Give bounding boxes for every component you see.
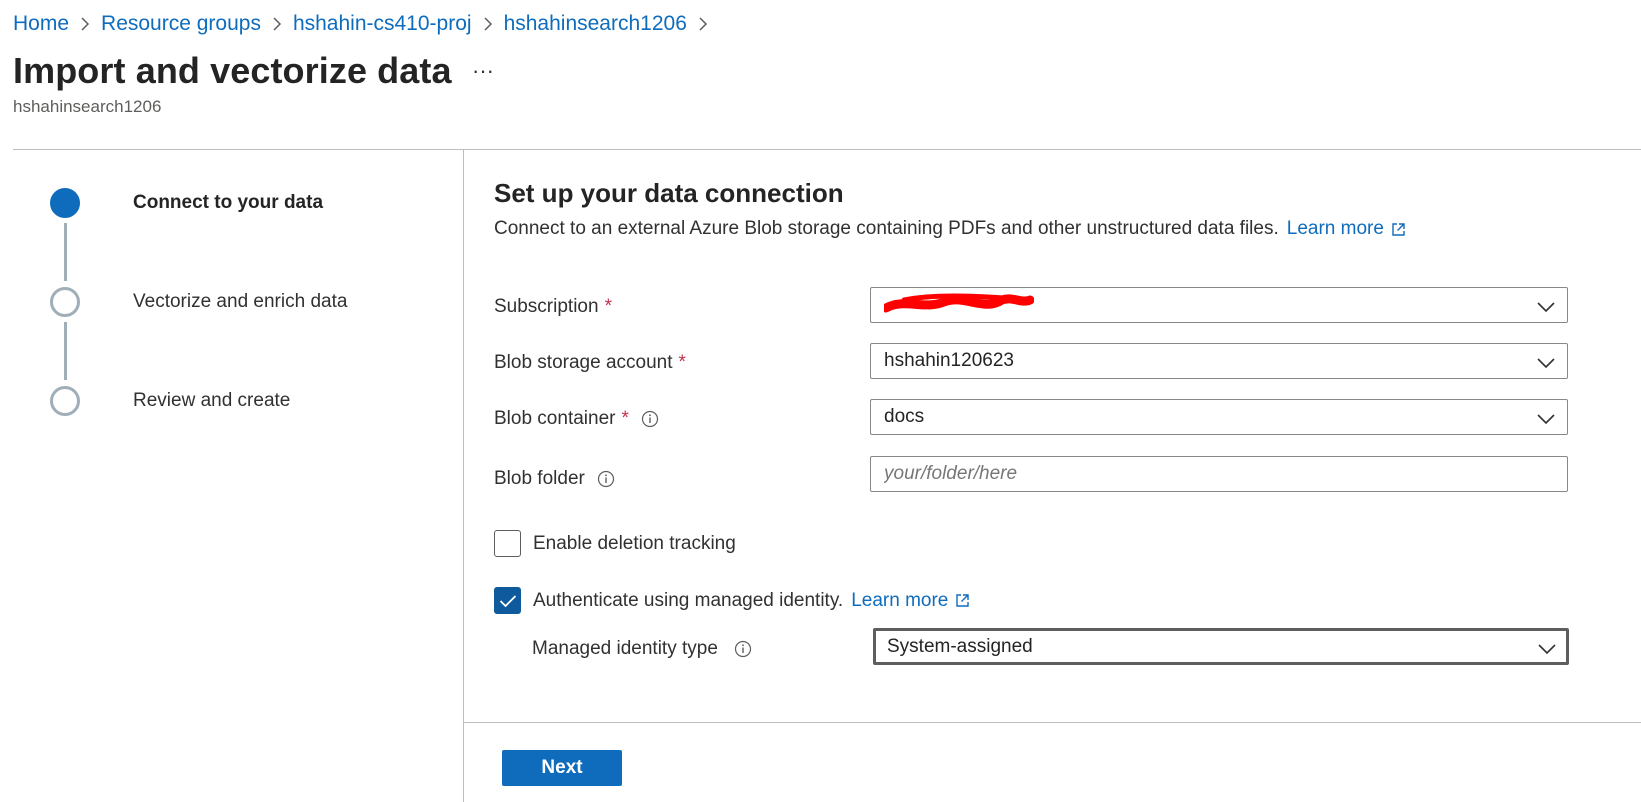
identity-type-dropdown[interactable]: System-assigned (873, 628, 1569, 665)
more-icon[interactable]: ··· (468, 56, 498, 86)
subscription-label: Subscription * (494, 296, 612, 318)
step-connector (64, 322, 67, 380)
info-icon[interactable] (734, 640, 752, 658)
redaction-mark (884, 293, 1034, 313)
chevron-right-icon (472, 16, 504, 32)
storage-account-dropdown[interactable]: hshahin120623 (870, 343, 1568, 379)
folder-label: Blob folder (494, 468, 615, 490)
learn-more-label: Learn more (1286, 218, 1384, 239)
step-label: Review and create (133, 390, 291, 411)
next-button[interactable]: Next (502, 750, 622, 786)
field-label-text: Managed identity type (532, 638, 718, 659)
chevron-right-icon (687, 16, 719, 32)
section-description: Connect to an external Azure Blob storag… (494, 218, 1406, 240)
field-label-text: Blob storage account (494, 352, 673, 373)
page-subtitle: hshahinsearch1206 (13, 97, 162, 116)
learn-more-link[interactable]: Learn more (1287, 218, 1406, 240)
deletion-tracking-checkbox[interactable] (494, 530, 521, 557)
container-label: Blob container * (494, 408, 659, 430)
chevron-down-icon (1537, 409, 1555, 431)
breadcrumb-home[interactable]: Home (13, 12, 69, 36)
step-label: Connect to your data (133, 192, 324, 213)
step-label: Vectorize and enrich data (133, 291, 348, 312)
step-vectorize-enrich[interactable]: Vectorize and enrich data (50, 287, 347, 317)
breadcrumb-search-service[interactable]: hshahinsearch1206 (504, 12, 687, 36)
step-connect-data[interactable]: Connect to your data (50, 188, 323, 218)
chevron-down-icon (1537, 353, 1555, 375)
folder-input[interactable] (870, 456, 1568, 492)
info-icon[interactable] (641, 410, 659, 428)
step-pending-icon (50, 386, 80, 416)
breadcrumb-resource-group[interactable]: hshahin-cs410-proj (293, 12, 472, 36)
footer-divider (463, 722, 1641, 723)
chevron-down-icon (1537, 297, 1555, 319)
header-divider (13, 149, 1641, 150)
required-marker: * (621, 408, 629, 429)
dropdown-value: System-assigned (887, 635, 1033, 657)
identity-type-label: Managed identity type (532, 638, 752, 660)
field-label-text: Blob folder (494, 468, 585, 489)
dropdown-value: hshahin120623 (884, 350, 1014, 371)
container-dropdown[interactable]: docs (870, 399, 1568, 435)
info-icon[interactable] (597, 470, 615, 488)
field-label-text: Blob container (494, 408, 616, 429)
checkbox-label: Enable deletion tracking (533, 532, 736, 554)
step-review-create[interactable]: Review and create (50, 386, 290, 416)
learn-more-link[interactable]: Learn more (851, 590, 970, 612)
managed-identity-row: Authenticate using managed identity. Lea… (494, 587, 970, 614)
checkmark-icon (499, 594, 516, 607)
breadcrumb-resource-groups[interactable]: Resource groups (101, 12, 261, 36)
description-text: Connect to an external Azure Blob storag… (494, 218, 1279, 239)
managed-identity-checkbox[interactable] (494, 587, 521, 614)
panel-divider (463, 149, 464, 802)
section-title: Set up your data connection (494, 178, 844, 208)
learn-more-label: Learn more (851, 589, 949, 611)
chevron-down-icon (1538, 639, 1556, 661)
dropdown-value: docs (884, 406, 925, 427)
required-marker: * (604, 296, 612, 317)
step-connector (64, 223, 67, 281)
field-label-text: Subscription (494, 296, 599, 317)
breadcrumb: Home Resource groups hshahin-cs410-proj … (13, 10, 719, 38)
step-active-icon (50, 188, 80, 218)
step-pending-icon (50, 287, 80, 317)
storage-account-label: Blob storage account * (494, 352, 686, 374)
external-link-icon (955, 593, 970, 608)
deletion-tracking-row: Enable deletion tracking (494, 530, 736, 557)
checkbox-label: Authenticate using managed identity. (533, 589, 844, 611)
page-title: Import and vectorize data (13, 50, 452, 91)
external-link-icon (1391, 222, 1406, 237)
required-marker: * (678, 352, 686, 373)
chevron-right-icon (261, 16, 293, 32)
chevron-right-icon (69, 16, 101, 32)
